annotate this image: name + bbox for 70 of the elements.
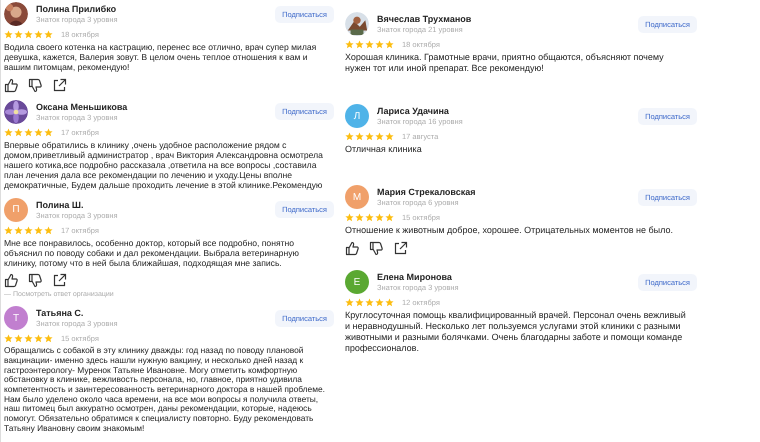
star-icon	[365, 40, 374, 49]
share-icon[interactable]	[52, 78, 67, 93]
star-icon	[24, 334, 33, 344]
star-icon	[385, 298, 394, 307]
thumbs-up-icon[interactable]	[4, 78, 19, 93]
thumbs-down-icon[interactable]	[28, 78, 43, 93]
star-icon	[375, 213, 384, 222]
star-icon	[375, 132, 384, 141]
avatar: М	[345, 185, 369, 209]
avatar: Т	[4, 306, 28, 330]
thumbs-up-icon[interactable]	[4, 273, 19, 288]
star-icon	[44, 334, 53, 344]
share-icon[interactable]	[393, 241, 408, 256]
star-icon	[355, 132, 364, 141]
star-icon	[365, 132, 374, 141]
star-icon	[34, 226, 43, 235]
star-icon	[365, 213, 374, 222]
user-name: Полина Ш.	[36, 200, 84, 210]
star-icon	[365, 298, 374, 307]
star-icon	[34, 334, 43, 344]
user-name: Вячеслав Трухманов	[377, 14, 472, 24]
star-icon	[14, 226, 23, 235]
star-icon	[44, 128, 53, 137]
user-name: Татьяна С.	[36, 308, 84, 318]
star-icon	[34, 128, 43, 137]
star-icon	[345, 40, 354, 49]
star-icon	[375, 298, 384, 307]
user-name: Лариса Удачина	[377, 106, 450, 116]
review-text: Хорошая клиника. Грамотные врачи, приятно общаются, объясняют почему нужен тот или иной препарат. Все рекомендую!	[345, 52, 665, 74]
star-icon	[44, 30, 53, 39]
review-text: Круглосуточная помощь квалифицированный врачей. Персонал очень вежливый и неравнодушный. Несколько лет пользуемся услугами этой клиники с разными животными и разными болячками. Очень благодарны заботе и помощи команде профессионалов.	[345, 310, 687, 354]
star-icon	[345, 298, 354, 307]
star-icon	[345, 132, 354, 141]
star-icon	[385, 132, 394, 141]
star-icon	[4, 128, 13, 137]
thumbs-down-icon[interactable]	[28, 273, 43, 288]
star-icon	[44, 226, 53, 235]
star-icon	[4, 334, 13, 344]
review-text: Впервые обратились в клинику ,очень удобное расположение рядом с домом,приветливый администратор , врач Виктория Александровна осмотрела нашего котика,все подробно рассказала ,ответила на все вопросы ,составила план лечения дала все рекомендации по лечению и уходу.Цены вполне демократичные, Будем дальше проходить лечение в этой клинике.Рекомендую	[4, 140, 324, 191]
share-icon[interactable]	[52, 273, 67, 288]
review-text: Отношение к животным доброе, хорошее. Отрицательных моментов не было.	[345, 225, 674, 236]
avatar: П	[4, 198, 28, 222]
user-name: Оксана Меньшикова	[36, 102, 128, 112]
user-name: Мария Стрекаловская	[377, 187, 476, 197]
thumbs-up-icon[interactable]	[345, 241, 360, 256]
star-icon	[385, 213, 394, 222]
user-name: Елена Миронова	[377, 272, 453, 282]
star-icon	[355, 298, 364, 307]
star-icon	[345, 213, 354, 222]
star-icon	[24, 226, 33, 235]
star-icon	[4, 30, 13, 39]
avatar: Е	[345, 270, 369, 294]
star-icon	[4, 226, 13, 235]
thumbs-down-icon[interactable]	[369, 241, 384, 256]
star-icon	[14, 128, 23, 137]
star-icon	[24, 128, 33, 137]
star-icon	[375, 40, 384, 49]
star-icon	[24, 30, 33, 39]
star-icon	[355, 213, 364, 222]
review-text: Обращались с собакой в эту клинику дважды: год назад по поводу плановой вакцинации- именно здесь нашли нужную вакцину, и несколько дней назад к гастроэнтерологу- Муренок Татьяне Ивановне. Могу отметить комфортную обстановку в клинике, вежливость персонала, но, главное, приятно удивила компетентность и заинтересованность ветеринарного доктора в нашей проблеме. Нам было уделено около часа времени, на все мои вопросы я получила ответы, наш питомец был аккуратно осмотрен, даны рекомендации, которые, надеюсь помогут. Обязательно обратимся к специалисту повторно. Буду рекомендовать Татьяну Ивановну своим знакомым!	[4, 346, 326, 434]
star-icon	[34, 30, 43, 39]
star-icon	[14, 30, 23, 39]
avatar: Л	[345, 104, 369, 128]
review-text: Водила своего котенка на кастрацию, перенес все отлично, врач супер милая девушка, кажется, Валерия зовут. В целом очень теплое отношения к вам и вашим питомцам, рекомендую!	[4, 42, 318, 73]
user-name: Полина Прилибко	[36, 4, 118, 14]
star-icon	[14, 334, 23, 344]
star-icon	[355, 40, 364, 49]
review-text: Отличная клиника	[345, 144, 423, 155]
star-icon	[385, 40, 394, 49]
review-text: Мне все понравилось, особенно доктор, который все подробно, понятно объяснил по поводу собаки и дал рекомендации. Выбрала ветеринарную клинику, потому что в ней была ближайшая, подходящая мне запись.	[4, 238, 300, 268]
